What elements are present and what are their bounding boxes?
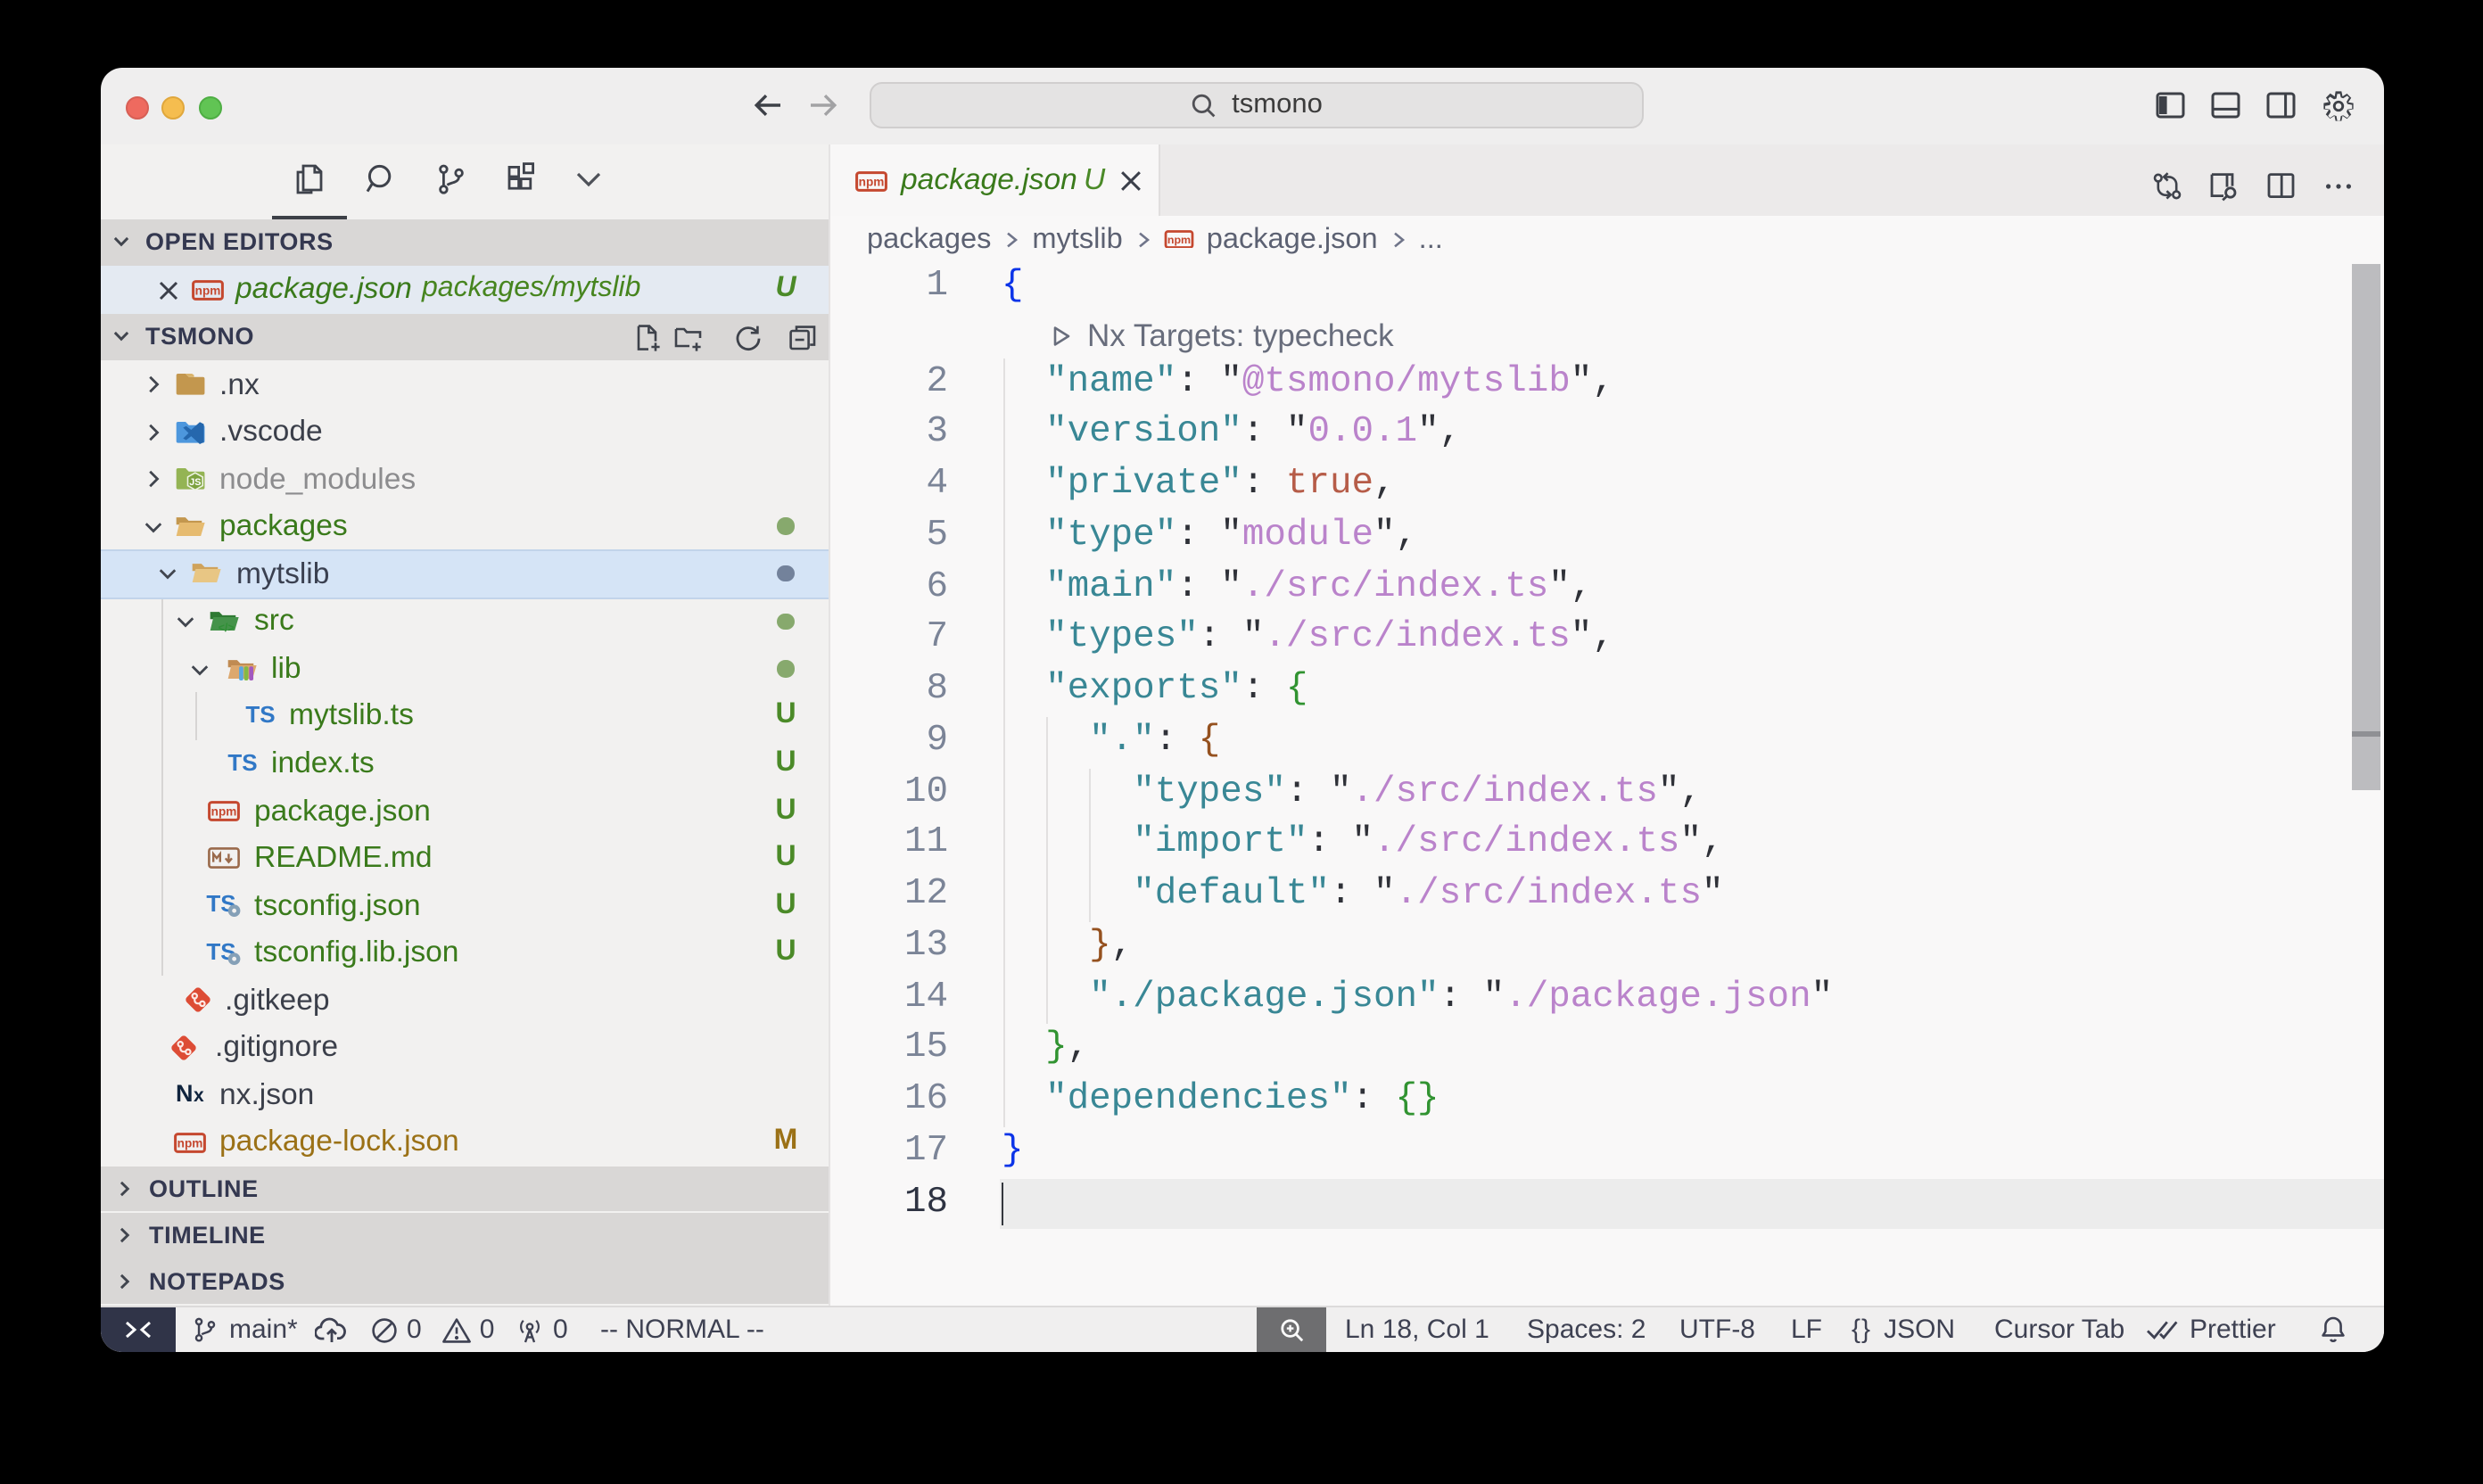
svg-text:</>: </> bbox=[218, 622, 234, 634]
svg-text:TS: TS bbox=[227, 748, 257, 775]
svg-text:npm: npm bbox=[194, 284, 220, 297]
svg-text:x: x bbox=[193, 1085, 203, 1106]
svg-text:TS: TS bbox=[244, 701, 274, 728]
svg-text:npm: npm bbox=[210, 805, 235, 819]
svg-text:npm: npm bbox=[176, 1136, 202, 1150]
svg-text:N: N bbox=[175, 1080, 193, 1107]
svg-text:JS: JS bbox=[188, 477, 200, 488]
svg-text:npm: npm bbox=[857, 175, 883, 188]
svg-text:npm: npm bbox=[1167, 233, 1190, 245]
